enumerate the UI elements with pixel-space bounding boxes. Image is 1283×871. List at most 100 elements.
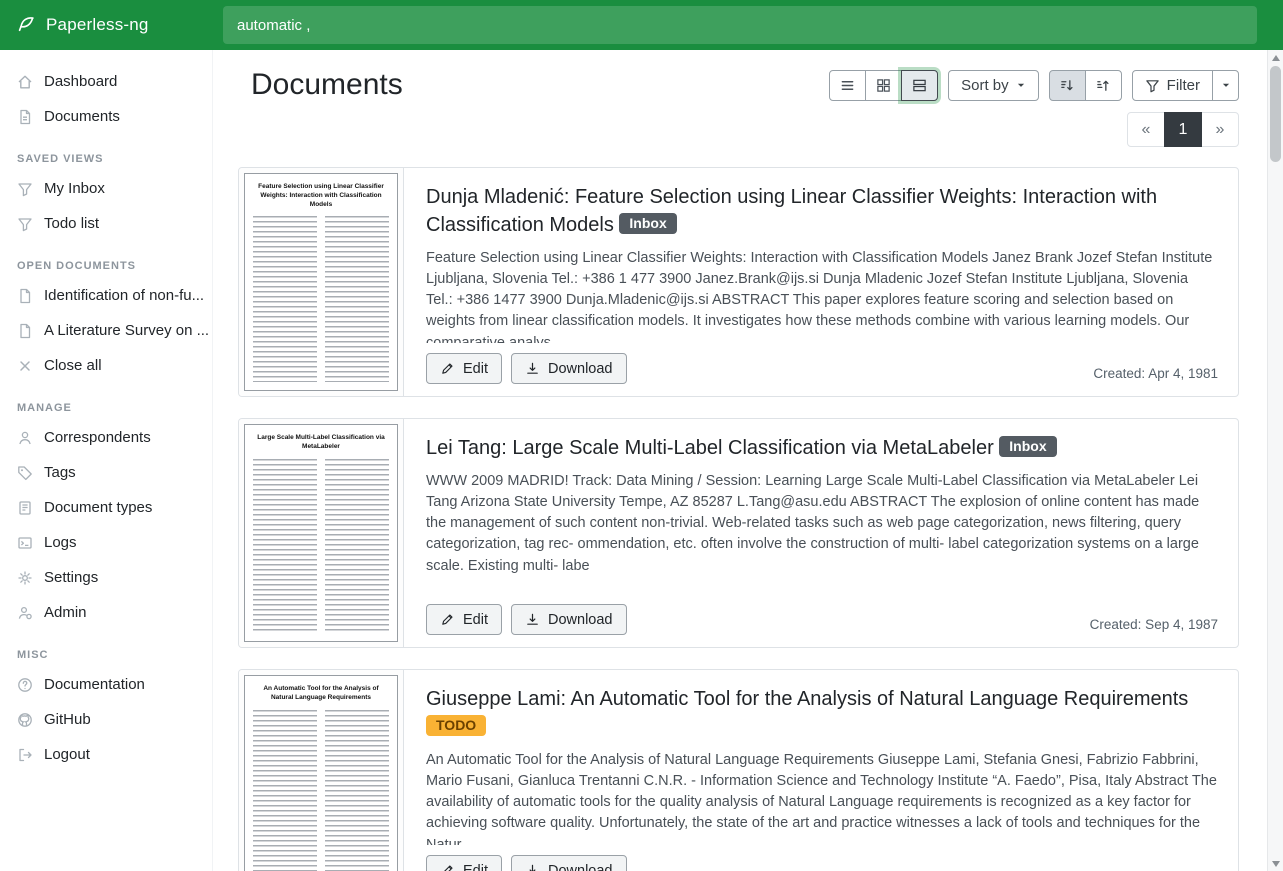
chevron-down-icon xyxy=(1221,80,1231,90)
sort-by-button[interactable]: Sort by xyxy=(948,70,1039,101)
sort-ascending-button[interactable] xyxy=(1085,70,1122,101)
github-icon xyxy=(17,712,33,728)
download-label: Download xyxy=(548,863,613,871)
document-title[interactable]: Lei Tang: Large Scale Multi-Label Classi… xyxy=(426,434,1218,462)
sidebar-item-label: Admin xyxy=(44,604,87,621)
sidebar-heading-open-documents: OPEN DOCUMENTS xyxy=(17,260,195,272)
document-card: Large Scale Multi-Label Classification v… xyxy=(238,418,1239,648)
filter-button[interactable]: Filter xyxy=(1132,70,1213,101)
pencil-icon xyxy=(440,863,455,871)
sidebar-item-open-doc-1[interactable]: Identification of non-fu... xyxy=(0,278,212,313)
app-title: Paperless-ng xyxy=(46,15,149,35)
sidebar-item-dashboard[interactable]: Dashboard xyxy=(0,64,212,99)
tag-icon xyxy=(17,465,33,481)
scrollbar-up-arrow[interactable] xyxy=(1268,50,1283,65)
filter-icon xyxy=(17,216,33,232)
download-label: Download xyxy=(548,361,613,377)
sidebar-item-tags[interactable]: Tags xyxy=(0,455,212,490)
file-icon xyxy=(17,323,33,339)
sidebar-item-document-types[interactable]: Document types xyxy=(0,490,212,525)
person-icon xyxy=(17,430,33,446)
view-switcher xyxy=(829,70,938,101)
download-button[interactable]: Download xyxy=(511,604,627,635)
documents-icon xyxy=(17,109,33,125)
sidebar-item-label: Close all xyxy=(44,357,102,374)
scrollbar-down-arrow[interactable] xyxy=(1268,856,1283,871)
view-details-button[interactable] xyxy=(901,70,938,101)
sidebar-item-close-all[interactable]: Close all xyxy=(0,348,212,383)
app-brand[interactable]: Paperless-ng xyxy=(0,14,213,36)
global-search-input[interactable] xyxy=(223,6,1257,44)
pagination-page-1-button[interactable]: 1 xyxy=(1164,112,1202,147)
download-button[interactable]: Download xyxy=(511,353,627,384)
tag-badge-inbox[interactable]: Inbox xyxy=(999,436,1056,457)
edit-button[interactable]: Edit xyxy=(426,604,502,635)
document-thumbnail[interactable]: Feature Selection using Linear Classifie… xyxy=(239,168,404,396)
document-title[interactable]: Giuseppe Lami: An Automatic Tool for the… xyxy=(426,685,1218,741)
document-title-text: Giuseppe Lami: An Automatic Tool for the… xyxy=(426,688,1188,710)
vertical-scrollbar[interactable] xyxy=(1267,50,1283,871)
tag-badge-inbox[interactable]: Inbox xyxy=(619,213,676,234)
download-button[interactable]: Download xyxy=(511,855,627,871)
funnel-icon xyxy=(1145,78,1160,93)
sort-numeric-down-icon xyxy=(1060,78,1075,93)
sidebar-item-correspondents[interactable]: Correspondents xyxy=(0,420,212,455)
edit-button[interactable]: Edit xyxy=(426,855,502,871)
top-navbar: Paperless-ng xyxy=(0,0,1283,50)
sidebar-item-github[interactable]: GitHub xyxy=(0,702,212,737)
view-list-button[interactable] xyxy=(829,70,866,101)
sidebar-item-label: Correspondents xyxy=(44,429,151,446)
thumbnail-title: Feature Selection using Linear Classifie… xyxy=(253,183,389,209)
sidebar-item-label: Documentation xyxy=(44,676,145,693)
sort-descending-button[interactable] xyxy=(1049,70,1086,101)
paperless-logo-icon xyxy=(15,14,37,36)
download-icon xyxy=(525,863,540,871)
sidebar-item-open-doc-2[interactable]: A Literature Survey on ... xyxy=(0,313,212,348)
sidebar-item-logout[interactable]: Logout xyxy=(0,737,212,772)
sidebar: Dashboard Documents SAVED VIEWS My Inbox… xyxy=(0,50,213,871)
document-thumbnail[interactable]: Large Scale Multi-Label Classification v… xyxy=(239,419,404,647)
document-excerpt: An Automatic Tool for the Analysis of Na… xyxy=(426,750,1218,845)
document-title-text: Lei Tang: Large Scale Multi-Label Classi… xyxy=(426,437,994,459)
filter-dropdown-button[interactable] xyxy=(1212,70,1239,101)
details-view-icon xyxy=(912,78,927,93)
sidebar-item-my-inbox[interactable]: My Inbox xyxy=(0,171,212,206)
pagination: « 1 » xyxy=(238,112,1239,147)
sort-by-label: Sort by xyxy=(961,77,1009,94)
sidebar-item-documentation[interactable]: Documentation xyxy=(0,667,212,702)
document-card: An Automatic Tool for the Analysis of Na… xyxy=(238,669,1239,871)
documents-toolbar: Sort by Filter xyxy=(829,70,1239,101)
created-date: Created: Apr 4, 1981 xyxy=(1093,366,1218,384)
sort-alpha-up-icon xyxy=(1096,78,1111,93)
thumbnail-title: An Automatic Tool for the Analysis of Na… xyxy=(253,685,389,703)
document-title[interactable]: Dunja Mladenić: Feature Selection using … xyxy=(426,183,1218,239)
sidebar-heading-saved-views: SAVED VIEWS xyxy=(17,153,195,165)
tag-badge-todo[interactable]: TODO xyxy=(426,715,486,736)
chevron-down-icon xyxy=(1016,80,1026,90)
document-types-icon xyxy=(17,500,33,516)
sidebar-item-label: Todo list xyxy=(44,215,99,232)
pagination-prev-button[interactable]: « xyxy=(1127,112,1165,147)
gear-icon xyxy=(17,570,33,586)
pagination-next-button[interactable]: » xyxy=(1201,112,1239,147)
pencil-icon xyxy=(440,361,455,376)
sidebar-item-logs[interactable]: Logs xyxy=(0,525,212,560)
sidebar-heading-manage: MANAGE xyxy=(17,402,195,414)
document-title-text: Dunja Mladenić: Feature Selection using … xyxy=(426,186,1157,236)
document-thumbnail[interactable]: An Automatic Tool for the Analysis of Na… xyxy=(239,670,404,871)
close-icon xyxy=(17,358,33,374)
view-grid-button[interactable] xyxy=(865,70,902,101)
thumbnail-title: Large Scale Multi-Label Classification v… xyxy=(253,434,389,452)
sidebar-item-settings[interactable]: Settings xyxy=(0,560,212,595)
edit-button[interactable]: Edit xyxy=(426,353,502,384)
created-date: Created: Sep 4, 1987 xyxy=(1090,617,1218,635)
grid-view-icon xyxy=(876,78,891,93)
logs-icon xyxy=(17,535,33,551)
dashboard-icon xyxy=(17,74,33,90)
sidebar-item-label: Logout xyxy=(44,746,90,763)
sidebar-item-label: Identification of non-fu... xyxy=(44,287,204,304)
scrollbar-thumb[interactable] xyxy=(1270,66,1281,162)
sidebar-item-documents[interactable]: Documents xyxy=(0,99,212,134)
sidebar-item-todo-list[interactable]: Todo list xyxy=(0,206,212,241)
sidebar-item-admin[interactable]: Admin xyxy=(0,595,212,630)
